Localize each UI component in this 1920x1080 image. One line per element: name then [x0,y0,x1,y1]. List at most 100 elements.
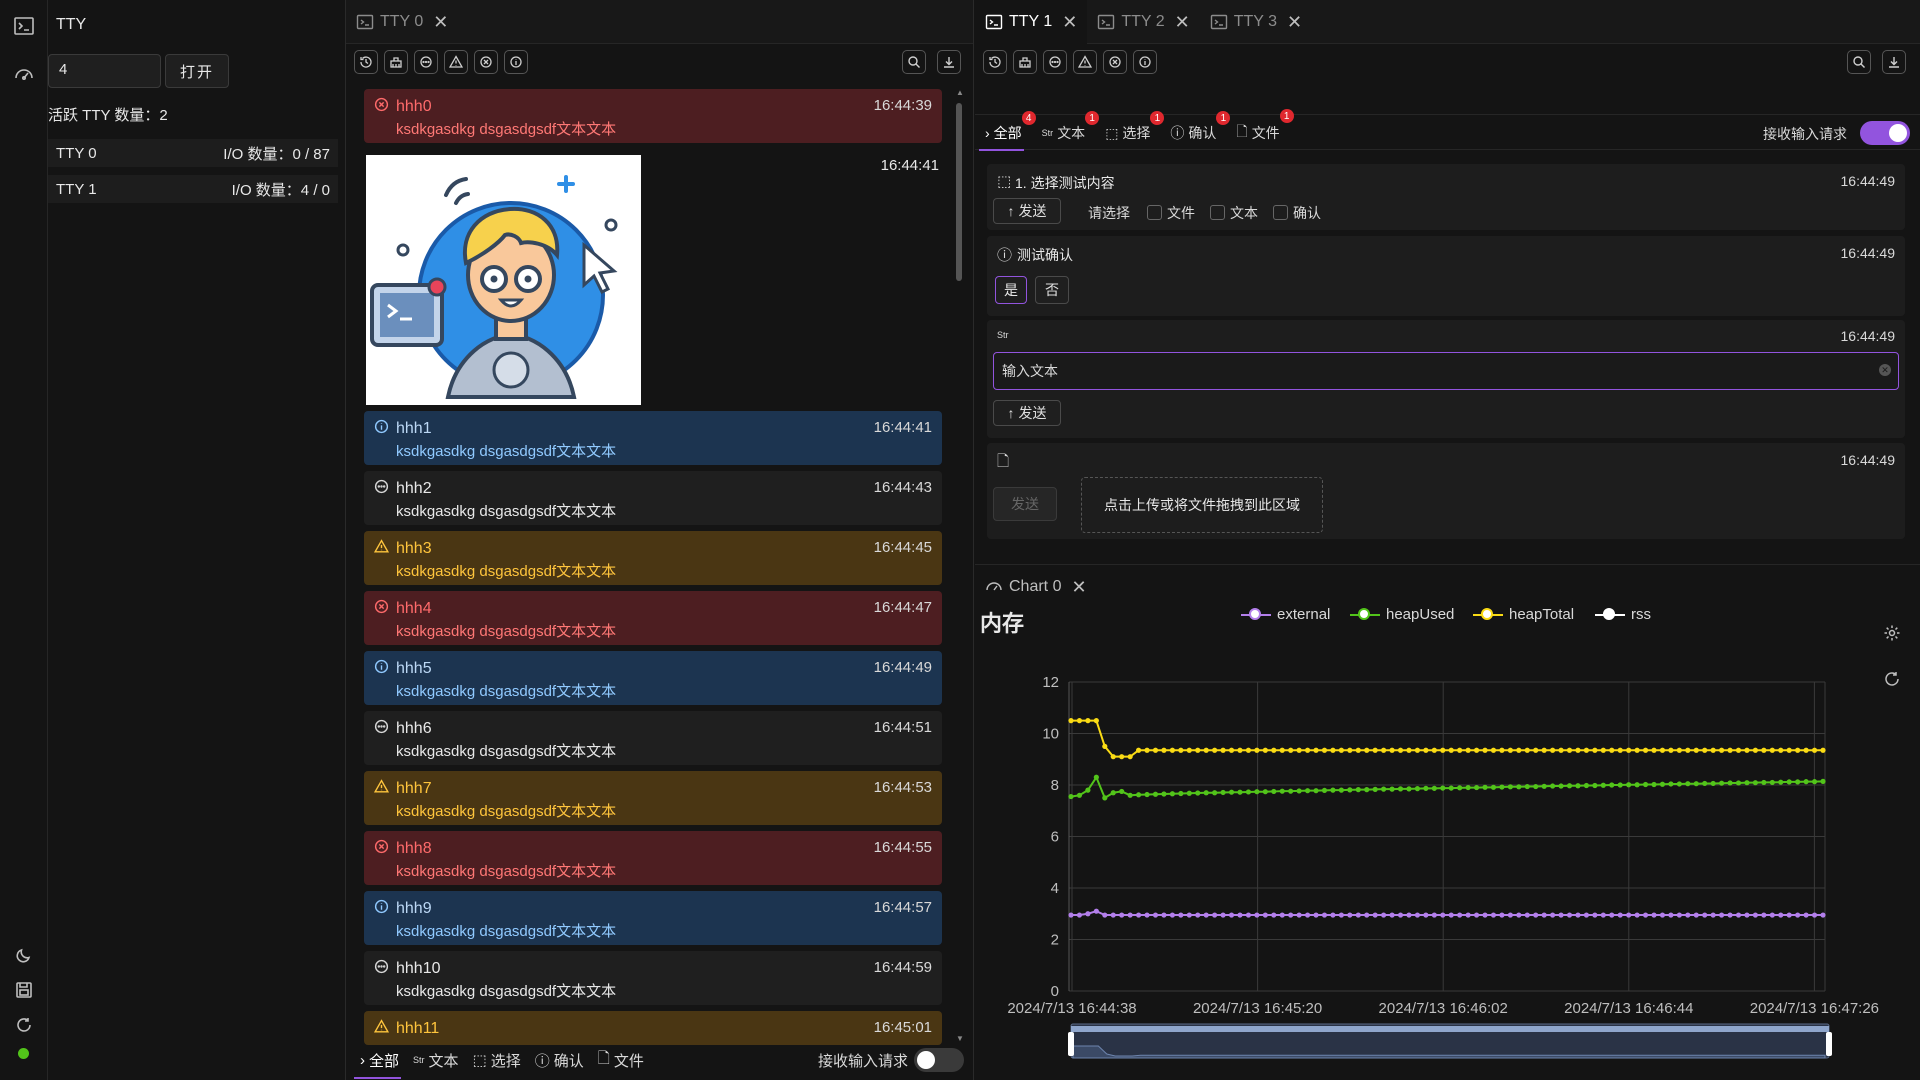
filter-all[interactable]: › 全部 4 [979,111,1036,151]
count-badge: 1 [1279,109,1294,123]
clear-icon[interactable] [384,50,408,74]
history-icon[interactable] [983,50,1007,74]
tty-number-input[interactable]: 4 [48,54,161,88]
data-point-external [1169,912,1175,918]
tab-tty3[interactable]: TTY 3 ✕ [1200,0,1312,44]
filter-file[interactable]: 🗋 文件 1 [1236,109,1294,145]
clear-icon[interactable] [1013,50,1037,74]
message-filter-icon[interactable] [414,50,438,74]
tab-label: TTY 3 [1233,13,1278,30]
filter-select[interactable]: ⬚ 选择 1 [1105,111,1165,143]
filter-text[interactable]: Str 文本 1 [1041,111,1100,143]
tab-label: TTY 1 [1009,13,1053,30]
tab-tty2[interactable]: TTY 2 ✕ [1087,0,1199,44]
accept-input-toggle[interactable] [914,1048,964,1072]
y-tick-label: 0 [1051,983,1059,1000]
file-drop-zone[interactable]: 点击上传或将文件拖拽到此区域 [1081,477,1323,533]
data-point-heapTotal [1626,747,1632,753]
data-point-external [1212,912,1218,918]
message-time: 16:44:53 [873,779,932,796]
tab-label: TTY 0 [380,13,424,30]
log-message: hhh8 ksdkgasdkg dsgasdgsdf文本文本 16:44:55 [364,831,942,885]
error-filter-icon[interactable] [474,50,498,74]
yes-button[interactable]: 是 [995,276,1027,304]
tab-chart0[interactable]: Chart 0 ✕ [975,565,1920,609]
option-file[interactable]: 文件 [1147,203,1195,223]
download-icon[interactable] [937,50,961,74]
data-point-heapUsed [1338,787,1344,793]
card-time: 16:44:49 [1840,173,1896,189]
select-prompt: 请选择 [1088,205,1130,221]
close-icon[interactable]: ✕ [433,12,448,33]
scroll-thumb[interactable] [956,103,962,281]
accept-input-toggle[interactable] [1860,121,1910,145]
filter-file[interactable]: 🗋 文件 [598,1048,644,1073]
data-point-heapTotal [1448,747,1454,753]
close-icon[interactable]: ✕ [1071,577,1086,598]
download-icon[interactable] [1882,50,1906,74]
text-input[interactable]: 输入文本 [993,352,1899,390]
tty-row[interactable]: TTY 1 I/O 数量：4 / 0 [48,175,338,203]
data-point-heapTotal [1355,747,1361,753]
x-tick-label: 2024/7/13 16:46:02 [1379,1000,1508,1017]
close-icon[interactable]: ✕ [1175,12,1190,33]
moon-icon[interactable] [12,943,36,967]
warning-filter-icon[interactable] [444,50,468,74]
chart-tabbar: Chart 0 ✕ [975,564,1920,609]
warning-filter-icon[interactable] [1073,50,1097,74]
data-point-external [1482,912,1488,918]
save-icon[interactable] [12,978,36,1002]
data-point-heapUsed [1786,779,1792,785]
error-filter-icon[interactable] [1103,50,1127,74]
filter-all[interactable]: › 全部 [353,1050,402,1079]
data-point-external [1279,912,1285,918]
log-message: hhh9 ksdkgasdkg dsgasdgsdf文本文本 16:44:57 [364,891,942,945]
send-button[interactable]: ↑ 发送 [993,400,1061,426]
dashboard-icon[interactable] [12,62,36,86]
data-point-heapUsed [1144,791,1150,798]
str-icon: Str [1041,128,1054,138]
filter-text[interactable]: Str 文本 [413,1050,459,1071]
data-point-heapUsed [1068,793,1074,800]
send-button[interactable]: ↑ 发送 [993,198,1061,224]
data-point-heapUsed [1769,779,1775,786]
history-icon[interactable] [354,50,378,74]
tab-tty0[interactable]: TTY 0 ✕ [346,0,458,44]
option-confirm[interactable]: 确认 [1273,203,1321,223]
data-point-external [1102,912,1108,918]
data-point-heapTotal [1237,747,1243,753]
data-point-heapUsed [1516,784,1522,790]
filter-confirm[interactable]: ⓘ 确认 1 [1170,111,1231,143]
close-icon[interactable]: ✕ [1062,12,1077,33]
data-point-heapUsed [1634,782,1640,788]
data-point-external [1752,912,1759,918]
search-icon[interactable] [902,50,926,74]
filter-select[interactable]: ⬚ 选择 [473,1050,521,1071]
message-body: ksdkgasdkg dsgasdgsdf文本文本 [396,443,617,460]
tab-tty1[interactable]: TTY 1 ✕ [975,0,1088,44]
option-text[interactable]: 文本 [1210,203,1258,223]
message-filter-icon[interactable] [1043,50,1067,74]
scrollbar[interactable]: ▲ ▼ [953,88,965,1043]
data-point-heapUsed [1355,787,1361,793]
close-icon[interactable]: ✕ [1287,12,1302,33]
error-icon [374,839,389,854]
info-filter-icon[interactable] [1133,50,1157,74]
clear-input-icon[interactable]: ✕ [1879,364,1891,376]
info-filter-icon[interactable] [504,50,528,74]
data-point-heapTotal [1389,747,1395,753]
data-point-heapTotal [1735,747,1742,753]
search-icon[interactable] [1847,50,1871,74]
tty0-column: TTY 0 ✕ hhh0 ksdkgasdkg dsgasdgsdf文本文本 16:… [346,0,974,1080]
refresh-icon[interactable] [12,1013,36,1037]
data-point-heapUsed [1533,783,1539,790]
tty-row[interactable]: TTY 0 I/O 数量：0 / 87 [48,139,338,167]
message-time: 16:44:41 [880,157,939,174]
str-icon: Str [997,330,1009,340]
open-button[interactable]: 打开 [165,54,229,88]
terminal-icon[interactable] [12,14,36,38]
data-point-external [1414,912,1421,918]
no-button[interactable]: 否 [1035,276,1069,304]
filter-confirm[interactable]: ⓘ 确认 [535,1050,584,1071]
send-button-disabled[interactable]: 发送 [993,487,1057,521]
